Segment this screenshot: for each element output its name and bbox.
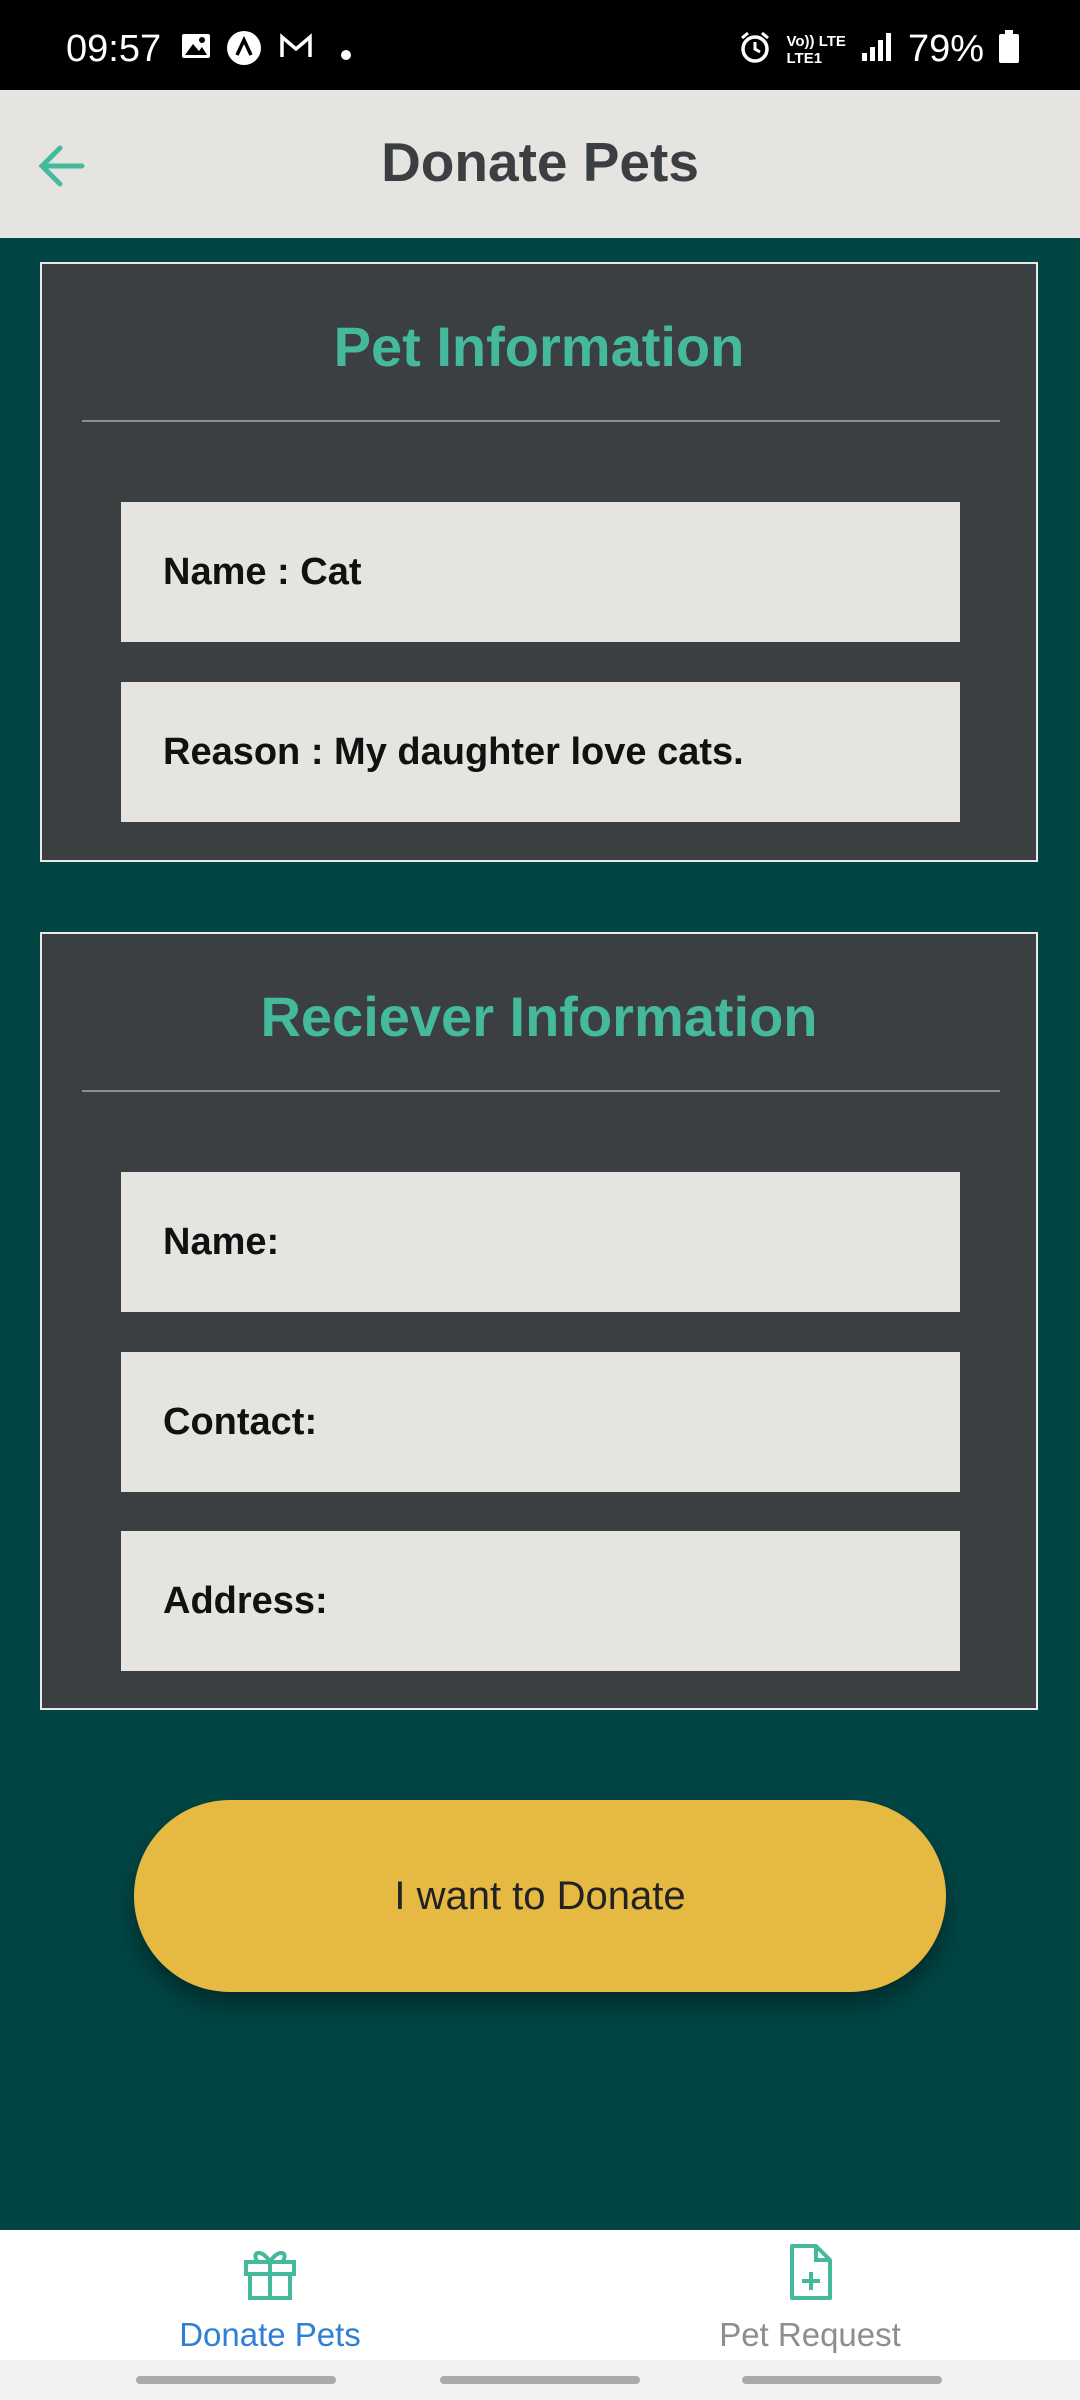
pet-information-card: Pet Information Name : Cat Reason : My d…: [40, 262, 1038, 862]
nav-pet-request-label: Pet Request: [719, 2316, 901, 2353]
network-type-icon: Vo)) LTE LTE1: [787, 33, 846, 67]
receiver-address-field[interactable]: Address:: [121, 1531, 960, 1671]
pet-name-field: Name : Cat: [121, 502, 960, 642]
nav-pet-request[interactable]: Pet Request: [540, 2230, 1080, 2360]
app-notification-icon: [226, 30, 262, 71]
donate-button[interactable]: I want to Donate: [134, 1800, 946, 1992]
receiver-information-heading: Reciever Information: [260, 985, 818, 1048]
gmail-icon: [278, 30, 314, 67]
dot-icon: [340, 48, 352, 66]
receiver-contact-field[interactable]: Contact:: [121, 1352, 960, 1492]
system-navigation-bar: [0, 2360, 1080, 2400]
battery-percentage: 79%: [907, 28, 984, 70]
alarm-icon: [737, 29, 773, 70]
status-bar: 09:57 Vo)) LTE LTE1 79%: [0, 0, 1080, 90]
app-bar: Donate Pets: [0, 90, 1080, 238]
pet-information-heading: Pet Information: [333, 315, 745, 378]
back-gesture-handle[interactable]: [742, 2376, 942, 2384]
home-gesture-handle[interactable]: [440, 2376, 640, 2384]
signal-icon: [860, 31, 894, 68]
status-time: 09:57: [66, 28, 162, 70]
status-right-group: Vo)) LTE LTE1 79%: [737, 28, 1021, 71]
recents-gesture-handle[interactable]: [136, 2376, 336, 2384]
receiver-name-field[interactable]: Name:: [121, 1172, 960, 1312]
receiver-information-card: Reciever Information Name: Contact: Addr…: [40, 932, 1038, 1710]
nav-donate-pets-label: Donate Pets: [179, 2316, 361, 2353]
pet-info-divider: [82, 420, 1000, 422]
gallery-icon: [180, 30, 212, 67]
pet-reason-field: Reason : My daughter love cats.: [121, 682, 960, 822]
network-bottom-label: LTE1: [786, 49, 823, 67]
page-title: Donate Pets: [381, 131, 699, 193]
network-top-label: Vo)) LTE: [786, 32, 846, 50]
nav-donate-pets[interactable]: Donate Pets: [0, 2230, 540, 2360]
file-add-icon: [778, 2240, 842, 2304]
battery-icon: [998, 30, 1020, 69]
gift-icon: [238, 2240, 302, 2304]
receiver-info-divider: [82, 1090, 1000, 1092]
bottom-navigation: Donate Pets Pet Request: [0, 2230, 1080, 2360]
